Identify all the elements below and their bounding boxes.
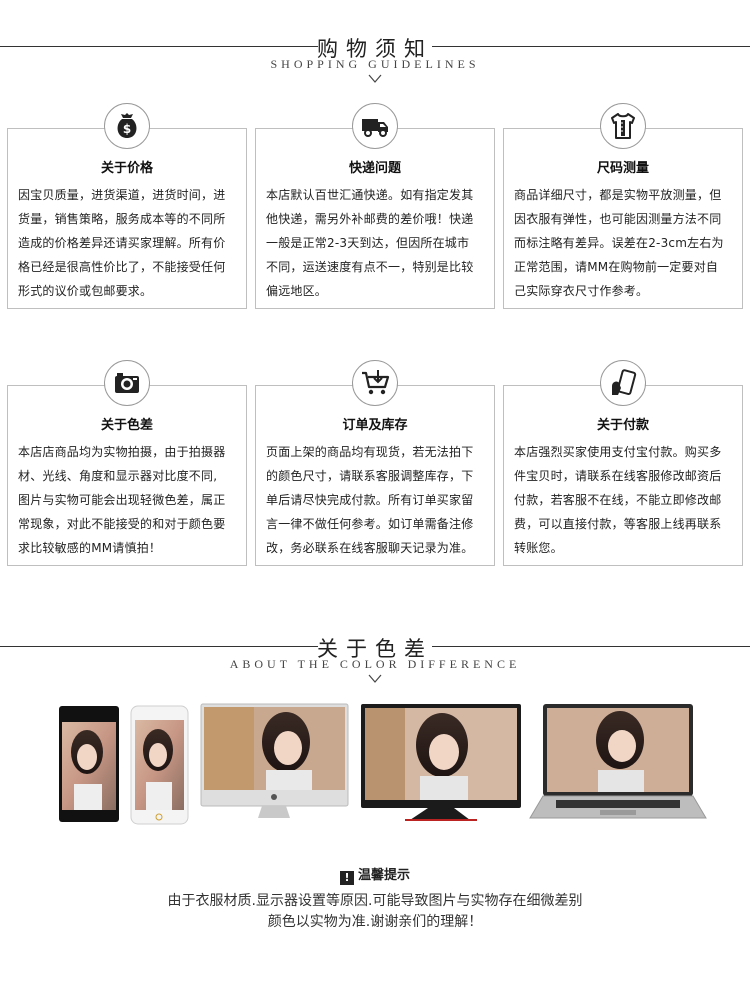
card-text-line: 求比较敏感的MM请慎拍！ <box>18 541 162 555</box>
card-text-line: 的颜色尺寸，请联系客服调整库存，下 <box>266 469 474 483</box>
info-card-color: 关于色差 本店店商品均为实物拍摄，由于拍摄器 材、光线、角度和显示器对比度不同,… <box>7 385 247 566</box>
card-title: 关于色差 <box>100 418 153 433</box>
card-text: 因宝贝质量，进货渠道，进货时间，进 货量，销售策略，服务成本等的不同所 造成的价… <box>18 183 238 303</box>
card-text-line: 材、光线、角度和显示器对比度不同, <box>18 469 218 483</box>
card-text-line: 他快递，需另外补邮费的差价哦！快递 <box>266 212 474 226</box>
cart-icon <box>352 360 398 406</box>
camera-icon <box>104 360 150 406</box>
card-text-line: 形式的议价或包邮要求。 <box>18 284 153 298</box>
card-title: 尺码测量 <box>596 161 649 176</box>
card-text-line: 改，务必联系在线客服聊天记录为准。 <box>266 541 474 555</box>
card-text-line: 件宝贝时，请联系在线客服修改邮资后 <box>514 469 722 483</box>
card-text-line: 转账您。 <box>514 541 563 555</box>
notice-text-line: 由于衣服材质.显示器设置等原因.可能导致图片与实物存在细微差别 <box>167 893 583 909</box>
card-text-line: 付款，若客服不在线，不能立即修改邮 <box>514 493 722 507</box>
warm-reminder-heading: ! 温馨提示 <box>0 864 750 885</box>
card-text-line: 正常范围，请MM在购物前一定要对自 <box>514 260 719 274</box>
card-text-line: 不同，运送速度有点不一，特别是比较 <box>266 260 474 274</box>
card-text-line: 因衣服有弹性，也可能因测量方法不同 <box>514 212 722 226</box>
card-text-line: 费，可以直接付款，等客服上线再联系 <box>514 517 722 531</box>
card-text-line: 本店店商品均为实物拍摄，由于拍摄器 <box>18 445 226 459</box>
card-title: 快递问题 <box>348 161 401 176</box>
card-text: 页面上架的商品均有现货，若无法拍下 的颜色尺寸，请联系客服调整库存，下 单后请尽… <box>266 440 486 560</box>
card-text-line: 造成的价格差异还请买家理解。所有价 <box>18 236 226 250</box>
samsung-monitor-device <box>361 704 521 821</box>
card-text-line: 偏远地区。 <box>266 284 328 298</box>
card-payment-icon <box>600 360 646 406</box>
money-bag-icon: $ <box>104 103 150 149</box>
card-title: 订单及库存 <box>342 418 408 433</box>
card-text: 商品详细尺寸，都是实物平放测量，但 因衣服有弹性，也可能因测量方法不同 而标注略… <box>514 183 734 303</box>
chevron-down-icon <box>368 74 382 83</box>
section-subtitle: ABOUT THE COLOR DIFFERENCE <box>229 657 521 671</box>
card-text: 本店店商品均为实物拍摄，由于拍摄器 材、光线、角度和显示器对比度不同, 图片与实… <box>18 440 238 560</box>
card-text-line: 一般是正常2-3天到达，但因所在城市 <box>266 236 470 250</box>
info-card-size: 尺码测量 商品详细尺寸，都是实物平放测量，但 因衣服有弹性，也可能因测量方法不同… <box>503 128 743 309</box>
truck-icon <box>352 103 398 149</box>
info-card-shipping: 快递问题 本店默认百世汇通快递。如有指定发其 他快递，需另外补邮费的差价哦！快递… <box>255 128 495 309</box>
color-difference-header: 关于色差 ABOUT THE COLOR DIFFERENCE <box>0 630 750 690</box>
laptop-device <box>529 704 707 819</box>
section-subtitle: SHOPPING GUIDELINES <box>270 57 480 71</box>
card-title: 关于价格 <box>100 161 153 176</box>
devices-comparison-illustration <box>59 703 707 825</box>
exclamation-icon: ! <box>339 871 354 885</box>
card-text-line: 本店默认百世汇通快递。如有指定发其 <box>266 188 474 202</box>
imac-monitor-device <box>200 703 349 818</box>
chevron-down-icon <box>368 674 382 683</box>
card-text: 本店强烈买家使用支付宝付款。购买多 件宝贝时，请联系在线客服修改邮资后 付款，若… <box>514 440 734 560</box>
shirt-ruler-icon <box>600 103 646 149</box>
card-text-line: 货量，销售策略，服务成本等的不同所 <box>18 212 226 226</box>
notice-text-line: 颜色以实物为准.谢谢亲们的理解！ <box>267 914 483 930</box>
card-text-line: 商品详细尺寸，都是实物平放测量，但 <box>514 188 722 202</box>
info-card-payment: 关于付款 本店强烈买家使用支付宝付款。购买多 件宝贝时，请联系在线客服修改邮资后… <box>503 385 743 566</box>
info-card-price: 关于价格 因宝贝质量，进货渠道，进货时间，进 货量，销售策略，服务成本等的不同所… <box>7 128 247 309</box>
notice-heading-text: 温馨提示 <box>357 868 410 883</box>
card-text-line: 图片与实物可能会出现轻微色差，属正 <box>18 493 226 507</box>
shopping-guidelines-header: 购物须知 SHOPPING GUIDELINES <box>0 30 750 90</box>
card-text-line: 格已经是很高性价比了，不能接受任何 <box>18 260 226 274</box>
card-text-line: 而标注略有差异。误差在2-3cm左右为 <box>514 236 724 250</box>
info-card-order: 订单及库存 页面上架的商品均有现货，若无法拍下 的颜色尺寸，请联系客服调整库存，… <box>255 385 495 566</box>
card-text-line: 言一律不做任何参考。如订单需备注修 <box>266 517 474 531</box>
card-text: 本店默认百世汇通快递。如有指定发其 他快递，需另外补邮费的差价哦！快递 一般是正… <box>266 183 486 303</box>
card-text-line: 单后请尽快完成付款。所有订单买家留 <box>266 493 474 507</box>
card-title: 关于付款 <box>596 418 649 433</box>
card-text-line: 因宝贝质量，进货渠道，进货时间，进 <box>18 188 226 202</box>
card-text-line: 己实际穿衣尺寸作参考。 <box>514 284 649 298</box>
card-text-line: 页面上架的商品均有现货，若无法拍下 <box>266 445 474 459</box>
card-text-line: 本店强烈买家使用支付宝付款。购买多 <box>514 445 722 459</box>
phone-black-device <box>59 706 119 822</box>
phone-white-device <box>130 705 189 825</box>
card-text-line: 常现象，对此不能接受的和对于颜色要 <box>18 517 226 531</box>
svg-text:$: $ <box>123 122 131 136</box>
